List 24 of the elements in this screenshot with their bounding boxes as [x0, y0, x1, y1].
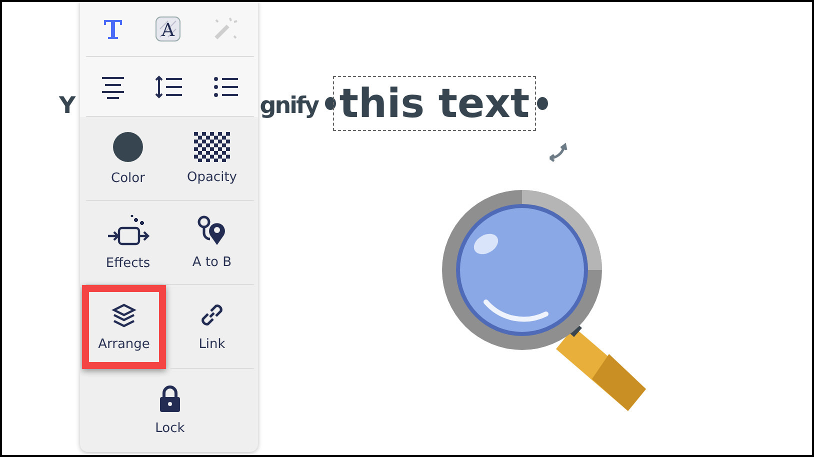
map-pins-icon: [197, 215, 227, 247]
rotate-icon[interactable]: [547, 142, 569, 162]
align-center-icon: [101, 74, 125, 98]
action-button[interactable]: Arrange: [82, 285, 166, 369]
magic-wand-icon: [212, 16, 238, 42]
selected-text[interactable]: this text: [333, 76, 536, 131]
filled-circle-icon: [112, 131, 144, 163]
sparkle-arrows-icon: [106, 214, 150, 248]
action-button[interactable]: Color: [86, 117, 170, 201]
action-button[interactable]: Effects: [86, 201, 170, 285]
action-button[interactable]: Link: [170, 285, 254, 369]
action-button[interactable]: Lock: [86, 369, 254, 452]
line-spacing-icon: [155, 74, 183, 98]
action-button[interactable]: Opacity: [170, 117, 254, 201]
canvas-text: gnify: [260, 92, 318, 121]
resize-handle[interactable]: [325, 97, 336, 110]
checkerboard-icon: [194, 132, 230, 162]
action-button[interactable]: A to B: [170, 201, 254, 285]
padlock-icon: [158, 385, 182, 413]
canvas-text: Y: [59, 92, 76, 121]
text-style-icon: [102, 18, 124, 40]
bullet-list-icon: [213, 76, 239, 98]
layers-icon: [111, 302, 137, 328]
resize-handle[interactable]: [537, 97, 548, 110]
